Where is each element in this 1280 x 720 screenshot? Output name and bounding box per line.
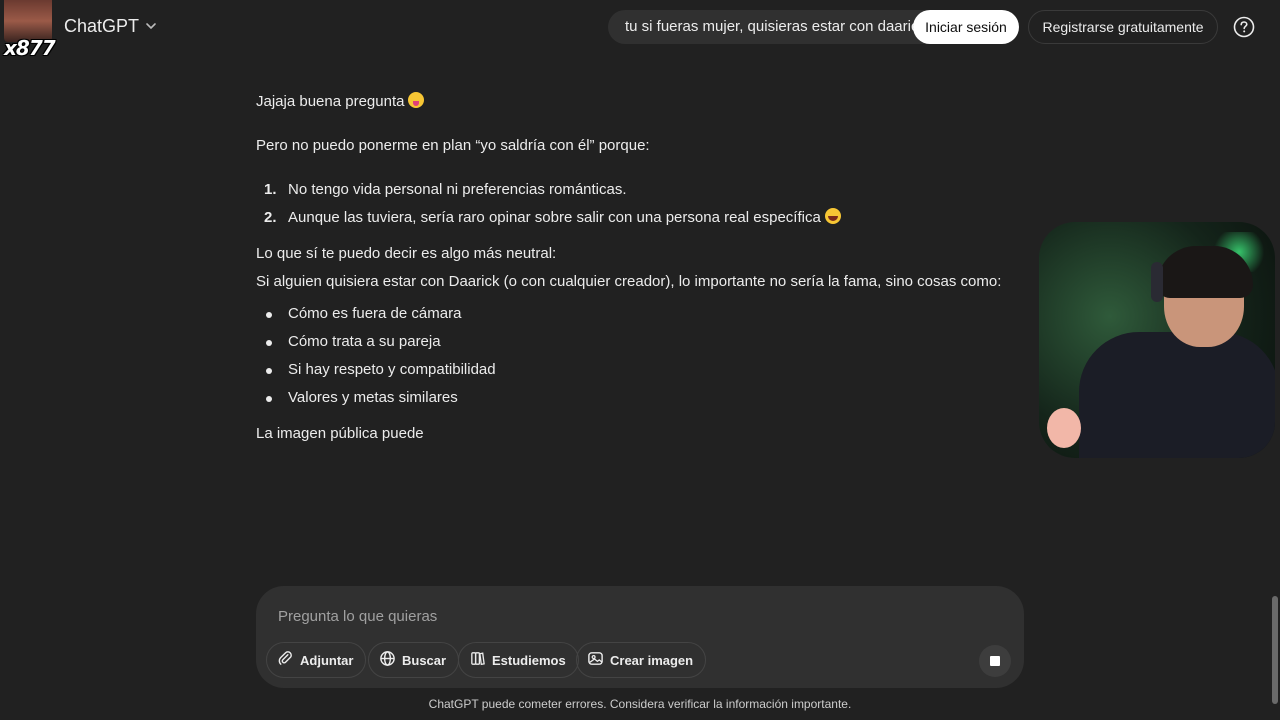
stop-icon xyxy=(990,656,1000,666)
message-intro: Jajaja buena pregunta xyxy=(256,88,1016,116)
assistant-message: Jajaja buena pregunta Pero no puedo pone… xyxy=(256,88,1016,448)
register-button[interactable]: Registrarse gratuitamente xyxy=(1028,10,1218,44)
search-label: Buscar xyxy=(402,652,447,668)
list-item: Cómo es fuera de cámara xyxy=(256,300,1016,328)
list-item: 1. No tengo vida personal ni preferencia… xyxy=(264,181,627,198)
chatgpt-page: x877 ChatGPT tu si fueras mujer, quisier… xyxy=(0,0,1280,720)
neutral-body: Si alguien quisiera estar con Daarick (o… xyxy=(256,273,1002,290)
list-item: Si hay respeto y compatibilidad xyxy=(256,356,1016,384)
model-name: ChatGPT xyxy=(64,16,140,36)
bullet-dot xyxy=(266,368,272,374)
neutral-heading: Lo que sí te puedo decir es algo más neu… xyxy=(256,245,557,262)
person-body xyxy=(1079,332,1275,458)
create-image-button[interactable]: Crear imagen xyxy=(576,642,707,678)
streamer-avatar-overlay: x877 xyxy=(0,0,56,62)
study-label: Estudiemos xyxy=(492,652,566,668)
stop-generating-button[interactable] xyxy=(979,645,1011,677)
user-prompt-text: tu si fueras mujer, quisieras estar con … xyxy=(625,18,926,35)
help-icon[interactable] xyxy=(1233,16,1255,38)
ordered-list: 1. No tengo vida personal ni preferencia… xyxy=(256,176,1016,232)
webcam-overlay xyxy=(1039,222,1275,458)
scrollbar-thumb[interactable] xyxy=(1272,596,1278,704)
top-bar: x877 ChatGPT tu si fueras mujer, quisier… xyxy=(0,0,1280,60)
sticker-image xyxy=(1047,408,1081,448)
overlay-tag: x877 xyxy=(4,36,56,60)
login-button[interactable]: Iniciar sesión xyxy=(913,10,1019,44)
grinning-sweat-emoji-icon xyxy=(824,208,841,224)
globe-icon xyxy=(379,650,396,670)
composer: Adjuntar Buscar Estudiemos Crear imagen xyxy=(256,586,1024,688)
image-icon xyxy=(587,650,604,670)
search-button[interactable]: Buscar xyxy=(368,642,460,678)
create-image-label: Crear imagen xyxy=(610,652,694,668)
headset-icon xyxy=(1151,262,1163,302)
bullet-list: Cómo es fuera de cámara Cómo trata a su … xyxy=(256,300,1016,412)
bullet-dot xyxy=(266,312,272,318)
model-selector[interactable]: ChatGPT xyxy=(64,16,157,37)
list-item: 2. Aunque las tuviera, sería raro opinar… xyxy=(256,204,1016,232)
study-button[interactable]: Estudiemos xyxy=(458,642,579,678)
disclaimer-text: ChatGPT puede cometer errores. Considera… xyxy=(428,697,852,711)
list-item: Valores y metas similares xyxy=(256,384,1016,412)
chevron-down-icon xyxy=(145,16,157,37)
attach-button[interactable]: Adjuntar xyxy=(266,642,367,678)
bullet-dot xyxy=(266,340,272,346)
prompt-input[interactable] xyxy=(276,604,980,628)
paperclip-icon xyxy=(277,650,294,670)
book-icon xyxy=(469,650,486,670)
tongue-out-emoji-icon xyxy=(408,92,425,108)
list-item: Cómo trata a su pareja xyxy=(256,328,1016,356)
bullet-dot xyxy=(266,396,272,402)
person-hair xyxy=(1157,246,1253,298)
message-lead: Pero no puedo ponerme en plan “yo saldrí… xyxy=(256,137,650,154)
message-closing: La imagen pública puede xyxy=(256,425,424,442)
attach-label: Adjuntar xyxy=(300,652,354,668)
